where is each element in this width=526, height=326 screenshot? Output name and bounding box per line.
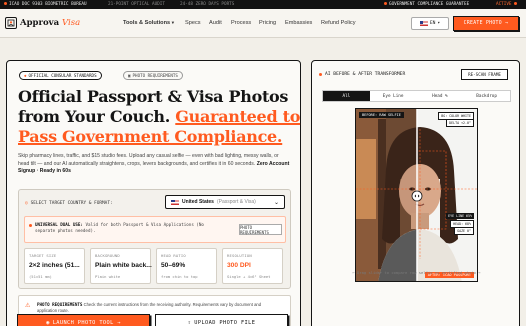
badge-label: OFFICIAL CONSULAR STANDARDS	[28, 73, 97, 78]
us-flag-icon	[171, 199, 179, 205]
shield-icon: ◆	[24, 73, 27, 78]
create-photo-button[interactable]: CREATE PHOTO →	[453, 16, 519, 31]
badge-photo-requirements[interactable]: ▣ PHOTO REQUIREMENTS	[123, 71, 183, 80]
ticker-item: ICAO DOC 9303 BIOMETRIC BUREAU	[9, 2, 87, 7]
spec-value: 50–69%	[161, 262, 186, 269]
tab-eye-line[interactable]: Eye Line	[370, 91, 417, 101]
globe-icon: ◎	[25, 201, 28, 206]
chevron-down-icon: ▾	[171, 20, 174, 25]
headline-accent: Guaranteed to	[175, 107, 301, 126]
country-format: (Passport & Visa)	[216, 199, 256, 205]
live-dot-icon	[319, 73, 322, 76]
camera-icon: ◉	[46, 320, 50, 326]
tab-backdrop[interactable]: Backdrop	[463, 91, 510, 101]
preview-title-text: AI BEFORE & AFTER TRANSFORMER	[325, 72, 406, 77]
tag-gaze: GAZE 0°	[454, 227, 474, 235]
nav-pricing[interactable]: Pricing	[259, 20, 276, 26]
language-selector[interactable]: EN ▾	[411, 17, 449, 30]
upload-icon: ⇧	[187, 320, 192, 326]
top-navbar: Approva Visa Tools & Solutions ▾ Specs A…	[0, 9, 526, 38]
headline-line-3: Pass Government Compliance.	[18, 127, 283, 146]
language-label: EN	[429, 21, 436, 26]
spec-value: 300 DPI	[227, 262, 251, 269]
launch-photo-tool-button[interactable]: ◉ LAUNCH PHOTO TOOL →	[17, 314, 150, 326]
warning-icon: ⚠	[25, 303, 31, 309]
nav-process[interactable]: Process	[231, 20, 251, 26]
tag-delta: DELTA <2.0°	[446, 119, 474, 127]
spec-card-resolution: RESOLUTION 300 DPI Single + 4×6" Sheet	[222, 248, 283, 284]
preview-card: AI BEFORE & AFTER TRANSFORMER RE-SCAN FR…	[311, 60, 520, 326]
rescan-frame-button[interactable]: RE-SCAN FRAME	[461, 69, 508, 80]
portrait-illustration	[356, 109, 477, 281]
upload-label: UPLOAD PHOTO FILE	[194, 320, 256, 326]
ticker-item: 24-48 ZERO DAYS PORTS	[180, 2, 235, 7]
nav-tools-label: Tools & Solutions	[123, 20, 171, 26]
spec-key: TARGET SIZE	[29, 253, 57, 258]
chevron-down-icon: ⌄	[273, 200, 279, 206]
headline-line-1: Official Passport & Visa Photos	[18, 87, 289, 106]
status-ticker: ICAO DOC 9303 BIOMETRIC BUREAU 21-POINT …	[0, 0, 526, 9]
spec-card-head-ratio: HEAD RATIO 50–69% from chin to top	[156, 248, 217, 284]
before-label: BEFORE: RAW SELFIE	[359, 112, 404, 118]
spec-card-size: TARGET SIZE 2×2 inches (51... (51×51 mm)	[24, 248, 85, 284]
nav-embassies[interactable]: Embassies	[285, 20, 312, 26]
spec-value: 2×2 inches (51...	[29, 262, 80, 269]
brand-name[interactable]: Approva Visa	[20, 18, 80, 28]
description-text: Skip pharmacy lines, traffic, and $15 st…	[18, 153, 279, 167]
logo-icon[interactable]	[5, 17, 17, 29]
target-selector-panel: ◎ SELECT TARGET COUNTRY & FORMAT: United …	[18, 189, 291, 289]
spec-sub: from chin to top	[161, 274, 198, 279]
spec-key: HEAD RATIO	[161, 253, 186, 258]
badge-label: PHOTO REQUIREMENTS	[132, 73, 178, 78]
target-label: ◎ SELECT TARGET COUNTRY & FORMAT:	[25, 201, 113, 206]
launch-label: LAUNCH PHOTO TOOL →	[52, 320, 121, 326]
preview-title: AI BEFORE & AFTER TRANSFORMER	[319, 72, 405, 77]
document-icon: ▣	[128, 73, 131, 78]
ticker-item: 21-POINT OPTICAL AUDIT	[108, 2, 165, 7]
drag-hint: ← Drag slider to compare raw selfie vs c…	[352, 270, 481, 275]
active-dot-icon	[514, 2, 518, 5]
hero-description: Skip pharmacy lines, traffic, and $15 st…	[18, 153, 290, 176]
us-flag-icon	[419, 21, 428, 26]
tab-head[interactable]: Head %	[417, 91, 464, 101]
dual-use-title: UNIVERSAL DUAL USE:	[35, 222, 83, 227]
live-dot-icon	[4, 2, 7, 5]
spec-sub: Plain white	[95, 274, 121, 279]
preview-tabs: All Eye Line Head % Backdrop	[322, 90, 511, 102]
info-dot-icon	[29, 224, 32, 227]
nav-tools[interactable]: Tools & Solutions ▾	[123, 20, 174, 26]
live-dot-icon	[384, 2, 387, 5]
headline-text: from Your Couch.	[18, 107, 171, 126]
brand-accent: Visa	[62, 18, 81, 28]
photo-requirements-button[interactable]: PHOTO REQUIREMENTS	[239, 224, 282, 235]
hero-card: ◆ OFFICIAL CONSULAR STANDARDS ▣ PHOTO REQU…	[6, 60, 301, 326]
tag-eye-line: EYE LINE 65%	[446, 213, 474, 219]
upload-photo-button[interactable]: ⇧ UPLOAD PHOTO FILE	[155, 314, 288, 326]
ticker-status: ACTIVE	[496, 2, 512, 7]
nav-refund-policy[interactable]: Refund Policy	[321, 20, 356, 26]
spec-key: BACKGROUND	[95, 253, 120, 258]
chevron-down-icon: ▾	[437, 21, 441, 26]
before-after-photo[interactable]: BEFORE: RAW SELFIE BG: COLOR WHITE DELTA…	[355, 108, 478, 282]
spec-sub: (51×51 mm)	[29, 274, 52, 279]
badge-official-standards: ◆ OFFICIAL CONSULAR STANDARDS	[19, 71, 102, 80]
target-label-text: SELECT TARGET COUNTRY & FORMAT:	[30, 201, 113, 206]
nav-specs[interactable]: Specs	[185, 20, 201, 26]
spec-card-background: BACKGROUND Plain white back... Plain whi…	[90, 248, 152, 284]
spec-value: Plain white back...	[95, 262, 152, 269]
ticker-item: GOVERNMENT COMPLIANCE GUARANTEE	[389, 2, 470, 7]
country-value: United States	[182, 199, 214, 205]
note-title: PHOTO REQUIREMENTS	[37, 302, 83, 307]
brand-main: Approva	[20, 18, 60, 28]
dual-use-notice: UNIVERSAL DUAL USE: Valid for both Passp…	[24, 216, 286, 243]
nav-audit[interactable]: Audit	[209, 20, 222, 26]
headline-line-2: from Your Couch. Guaranteed to	[18, 107, 300, 126]
spec-key: RESOLUTION	[227, 253, 252, 258]
country-select[interactable]: United States (Passport & Visa) ⌄	[165, 195, 285, 209]
tab-all[interactable]: All	[323, 91, 370, 101]
spec-sub: Single + 4×6" Sheet	[227, 274, 271, 279]
